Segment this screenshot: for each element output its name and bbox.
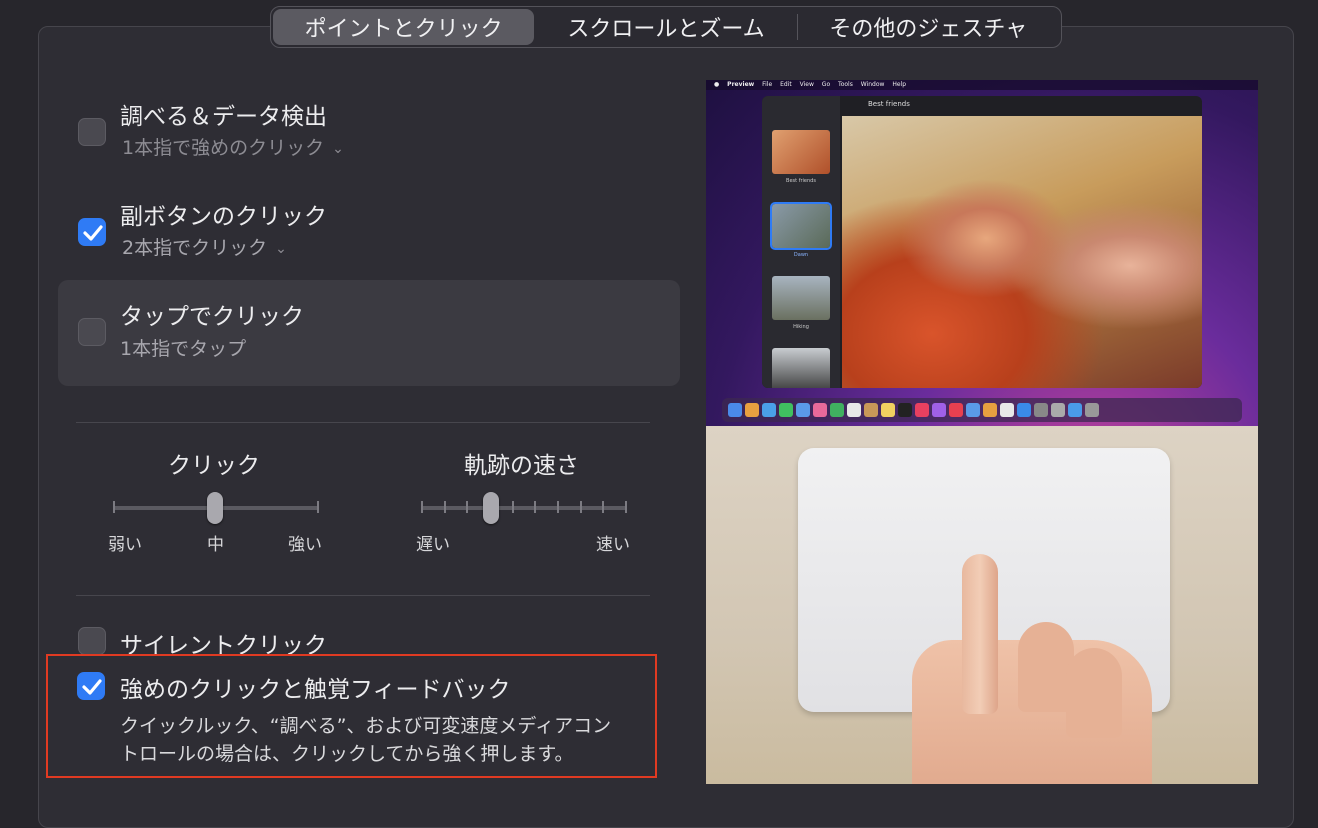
- silent-click-checkbox[interactable]: [78, 627, 106, 655]
- tracking-slider-knob[interactable]: [483, 492, 499, 524]
- menubar: ● Preview File Edit View Go Tools Window…: [706, 80, 1258, 90]
- tracking-min-label: 遅い: [416, 535, 450, 555]
- checkmark-icon: [83, 225, 103, 241]
- lookup-gesture-value: 1本指で強めのクリック: [122, 137, 325, 159]
- trackpad-photo: [706, 426, 1258, 784]
- slider-tick: [113, 501, 115, 513]
- chevron-down-icon: ⌄: [332, 141, 344, 157]
- photo: [842, 116, 1202, 388]
- click-slider-title: クリック: [168, 453, 260, 479]
- mac-screen: ● Preview File Edit View Go Tools Window…: [706, 80, 1258, 426]
- tab-scroll-and-zoom[interactable]: スクロールとズーム: [535, 9, 796, 45]
- slider-tick: [421, 501, 423, 513]
- lookup-label: 調べる＆データ検出: [120, 104, 327, 130]
- slider-tick: [557, 501, 559, 513]
- slider-tick: [602, 501, 604, 513]
- menu-item: Window: [860, 81, 885, 88]
- click-max-label: 強い: [288, 535, 322, 555]
- slider-tick: [512, 501, 514, 513]
- tap-to-click-checkbox[interactable]: [78, 318, 106, 346]
- tap-to-click-sub: 1本指でタップ: [120, 338, 247, 360]
- tap-to-click-row: [58, 280, 680, 386]
- slider-tick: [317, 501, 319, 513]
- click-mid-label: 中: [207, 535, 224, 555]
- dock: [722, 398, 1242, 422]
- thumbnail-sidebar: Best friends Dawn Hiking: [762, 96, 840, 388]
- menu-item: File: [762, 81, 773, 88]
- secondary-click-value: 2本指でクリック: [122, 237, 268, 259]
- tracking-max-label: 速い: [596, 535, 630, 555]
- menu-item: Preview: [727, 81, 755, 88]
- slider-tick: [444, 501, 446, 513]
- slider-tick: [625, 501, 627, 513]
- menu-item: Help: [892, 81, 907, 88]
- lookup-gesture-select[interactable]: 1本指で強めのクリック ⌄: [122, 133, 344, 160]
- preview-window: Best friends Dawn Hiking Best friends: [762, 96, 1202, 388]
- tap-to-click-label: タップでクリック: [120, 304, 304, 330]
- thumbnail-label: Best friends: [786, 178, 816, 184]
- lookup-checkbox[interactable]: [78, 118, 106, 146]
- slider-tick: [580, 501, 582, 513]
- apple-icon: ●: [714, 81, 720, 88]
- divider: [76, 595, 650, 596]
- menu-item: Go: [821, 81, 831, 88]
- tab-more-gestures[interactable]: その他のジェスチャ: [798, 9, 1059, 45]
- click-slider-knob[interactable]: [207, 492, 223, 524]
- secondary-click-label: 副ボタンのクリック: [120, 204, 327, 230]
- hand: [1066, 648, 1122, 738]
- menu-item: Edit: [780, 81, 792, 88]
- slider-tick: [466, 501, 468, 513]
- highlight-annotation: [46, 654, 657, 778]
- tab-bar: ポイントとクリック スクロールとズーム その他のジェスチャ: [270, 6, 1062, 48]
- gesture-preview-image: ● Preview File Edit View Go Tools Window…: [706, 80, 1258, 784]
- menu-item: Tools: [838, 81, 853, 88]
- finger: [962, 554, 998, 714]
- thumbnail-image: [772, 276, 830, 320]
- chevron-down-icon: ⌄: [275, 241, 287, 257]
- thumbnail-label: Hiking: [793, 324, 809, 330]
- tab-point-and-click[interactable]: ポイントとクリック: [273, 9, 535, 45]
- secondary-click-checkbox[interactable]: [78, 218, 106, 246]
- tracking-slider-track[interactable]: [421, 506, 627, 510]
- divider: [76, 422, 650, 423]
- tracking-slider-title: 軌跡の速さ: [464, 453, 579, 479]
- thumbnail-image: [772, 348, 830, 388]
- thumbnail-label: Dawn: [793, 252, 809, 258]
- thumbnail-image: [770, 202, 832, 250]
- slider-tick: [534, 501, 536, 513]
- window-title: Best friends: [868, 100, 910, 108]
- secondary-click-select[interactable]: 2本指でクリック ⌄: [122, 233, 287, 260]
- menu-item: View: [799, 81, 814, 88]
- click-min-label: 弱い: [108, 535, 142, 555]
- thumbnail-image: [772, 130, 830, 174]
